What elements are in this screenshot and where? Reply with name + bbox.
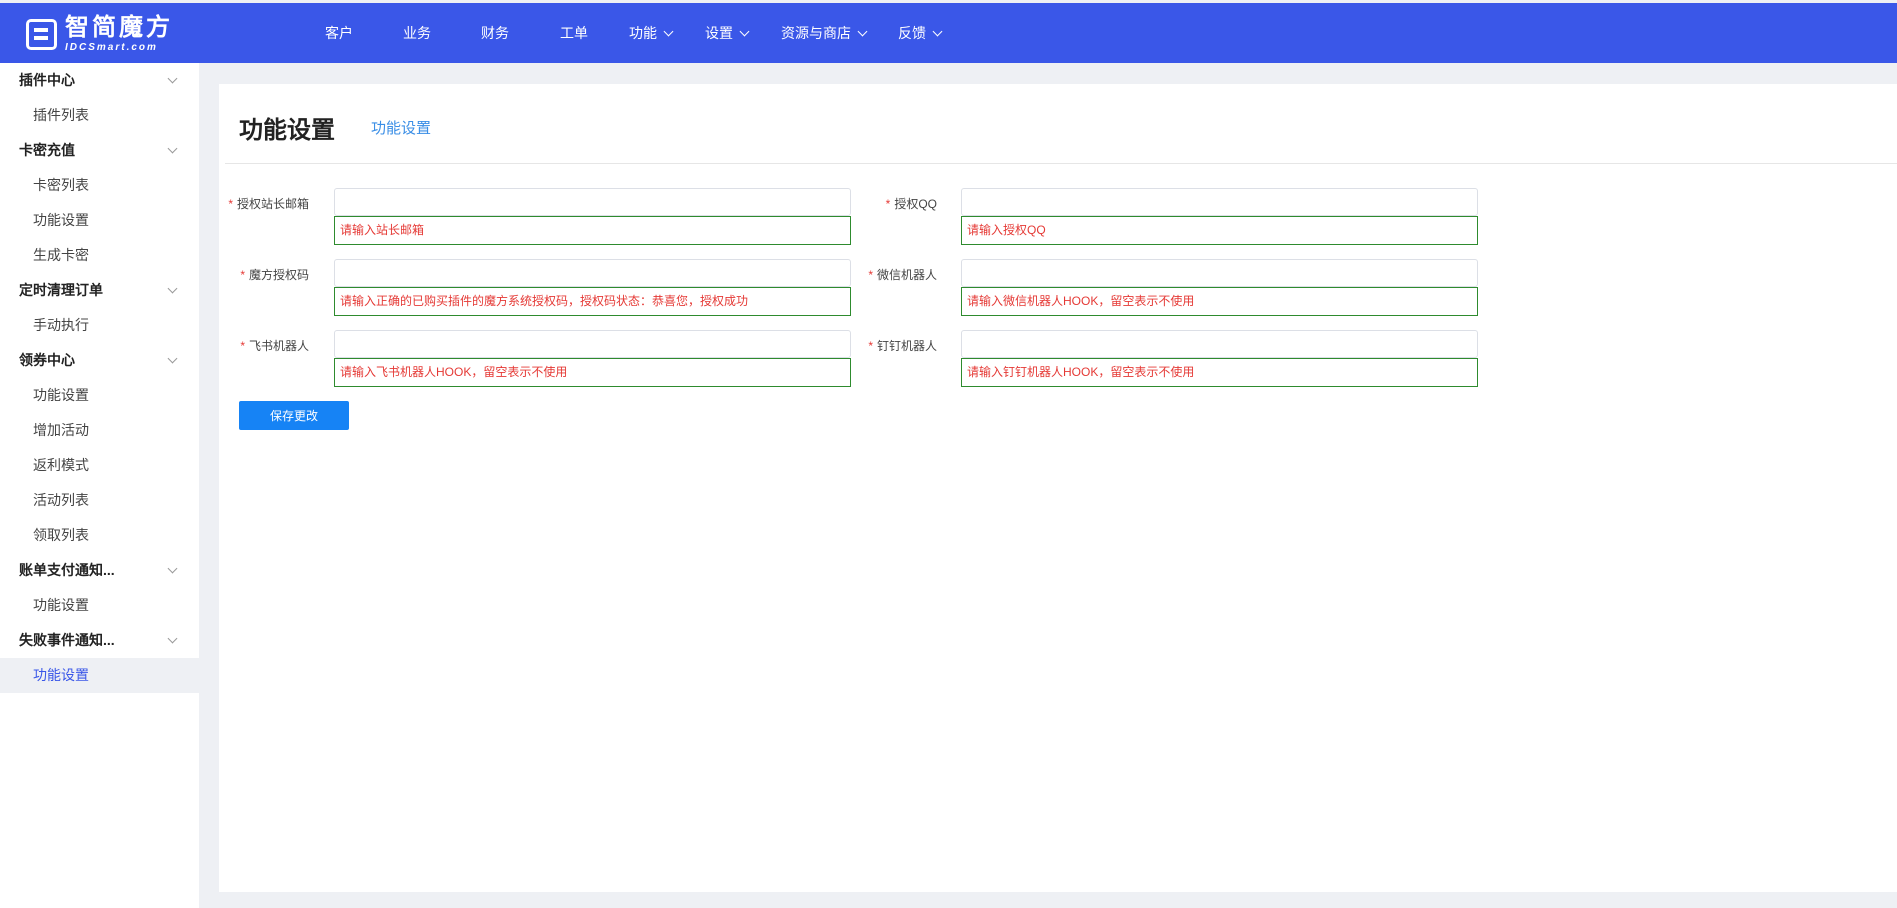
admin-email-input[interactable]: [334, 188, 851, 216]
sidebar-item-rebate-mode[interactable]: 返利模式: [0, 448, 199, 483]
nav-item-settings[interactable]: 设置: [705, 3, 750, 63]
required-mark: *: [885, 197, 891, 211]
label-wechat-bot: * 微信机器人: [868, 268, 937, 282]
chevron-down-icon: [167, 73, 178, 84]
page-title: 功能设置: [239, 117, 335, 144]
auth-qq-input[interactable]: [961, 188, 1478, 216]
auth-qq-error: 请输入授权QQ: [961, 216, 1478, 245]
sidebar-item-card-list[interactable]: 卡密列表: [0, 168, 199, 203]
sidebar-item-claim-list[interactable]: 领取列表: [0, 518, 199, 553]
sidebar-group-plugin-center[interactable]: 插件中心: [0, 63, 199, 98]
divider: [225, 163, 1897, 164]
chevron-down-icon: [167, 633, 178, 644]
required-mark: *: [868, 268, 873, 282]
label-feishu-bot: * 飞书机器人: [240, 339, 309, 353]
sidebar-item-manual-run[interactable]: 手动执行: [0, 308, 199, 343]
sidebar-group-coupon-center[interactable]: 领券中心: [0, 343, 199, 378]
save-button[interactable]: 保存更改: [239, 401, 349, 430]
license-code-error: 请输入正确的已购买插件的魔方系统授权码，授权码状态：恭喜您，授权成功: [334, 287, 851, 316]
nav-item-features[interactable]: 功能: [629, 3, 674, 63]
chevron-down-icon: [167, 143, 178, 154]
sidebar-item-coupon-settings[interactable]: 功能设置: [0, 378, 199, 413]
brand-domain: IDCSmart.com: [65, 41, 158, 53]
required-mark: *: [868, 339, 873, 353]
chevron-down-icon: [739, 26, 750, 37]
sidebar: 插件中心 插件列表 卡密充值 卡密列表 功能设置 生成卡密 定时清理订单 手动执…: [0, 63, 199, 908]
feishu-bot-input[interactable]: [334, 330, 851, 358]
sidebar-group-order-cleanup[interactable]: 定时清理订单: [0, 273, 199, 308]
sidebar-group-payment-notify[interactable]: 账单支付通知...: [0, 553, 199, 588]
sidebar-group-failure-notify[interactable]: 失败事件通知...: [0, 623, 199, 658]
label-admin-email: * 授权站长邮箱: [228, 197, 309, 211]
chevron-down-icon: [167, 353, 178, 364]
dingtalk-bot-error: 请输入钉钉机器人HOOK，留空表示不使用: [961, 358, 1478, 387]
top-navigation-bar: 智简魔方 IDCSmart.com 客户 业务 财务 工单 功能 设置 资源与商…: [0, 3, 1897, 63]
chevron-down-icon: [663, 26, 674, 37]
nav-item-customers[interactable]: 客户: [325, 3, 353, 63]
sidebar-item-generate-card[interactable]: 生成卡密: [0, 238, 199, 273]
wechat-bot-error: 请输入微信机器人HOOK，留空表示不使用: [961, 287, 1478, 316]
nav-item-tickets[interactable]: 工单: [560, 3, 588, 63]
sidebar-item-add-activity[interactable]: 增加活动: [0, 413, 199, 448]
brand-logo[interactable]: 智简魔方 IDCSmart.com: [26, 13, 173, 53]
nav-item-business[interactable]: 业务: [403, 3, 431, 63]
label-auth-qq: * 授权QQ: [885, 197, 937, 211]
chevron-down-icon: [857, 26, 868, 37]
sidebar-item-plugin-list[interactable]: 插件列表: [0, 98, 199, 133]
nav-item-finance[interactable]: 财务: [481, 3, 509, 63]
sidebar-item-payment-notify-settings[interactable]: 功能设置: [0, 588, 199, 623]
chevron-down-icon: [932, 26, 943, 37]
label-dingtalk-bot: * 钉钉机器人: [868, 339, 937, 353]
license-code-input[interactable]: [334, 259, 851, 287]
sidebar-item-card-settings[interactable]: 功能设置: [0, 203, 199, 238]
chevron-down-icon: [167, 283, 178, 294]
label-license-code: * 魔方授权码: [240, 268, 309, 282]
dingtalk-bot-input[interactable]: [961, 330, 1478, 358]
main-content-card: 功能设置 功能设置 * 授权站长邮箱 请输入站长邮箱 * 授权QQ 请输入授权QQ …: [219, 84, 1897, 892]
tab-feature-settings[interactable]: 功能设置: [371, 117, 431, 138]
required-mark: *: [240, 339, 245, 353]
sidebar-item-activity-list[interactable]: 活动列表: [0, 483, 199, 518]
admin-email-error: 请输入站长邮箱: [334, 216, 851, 245]
sidebar-group-card-recharge[interactable]: 卡密充值: [0, 133, 199, 168]
chevron-down-icon: [167, 563, 178, 574]
required-mark: *: [240, 268, 245, 282]
nav-item-feedback[interactable]: 反馈: [898, 3, 943, 63]
wechat-bot-input[interactable]: [961, 259, 1478, 287]
sidebar-item-failure-notify-settings[interactable]: 功能设置: [0, 658, 199, 693]
feishu-bot-error: 请输入飞书机器人HOOK，留空表示不使用: [334, 358, 851, 387]
required-mark: *: [228, 197, 233, 211]
nav-item-resources-store[interactable]: 资源与商店: [781, 3, 868, 63]
brand-name: 智简魔方: [65, 13, 173, 41]
logo-icon: [26, 18, 57, 50]
